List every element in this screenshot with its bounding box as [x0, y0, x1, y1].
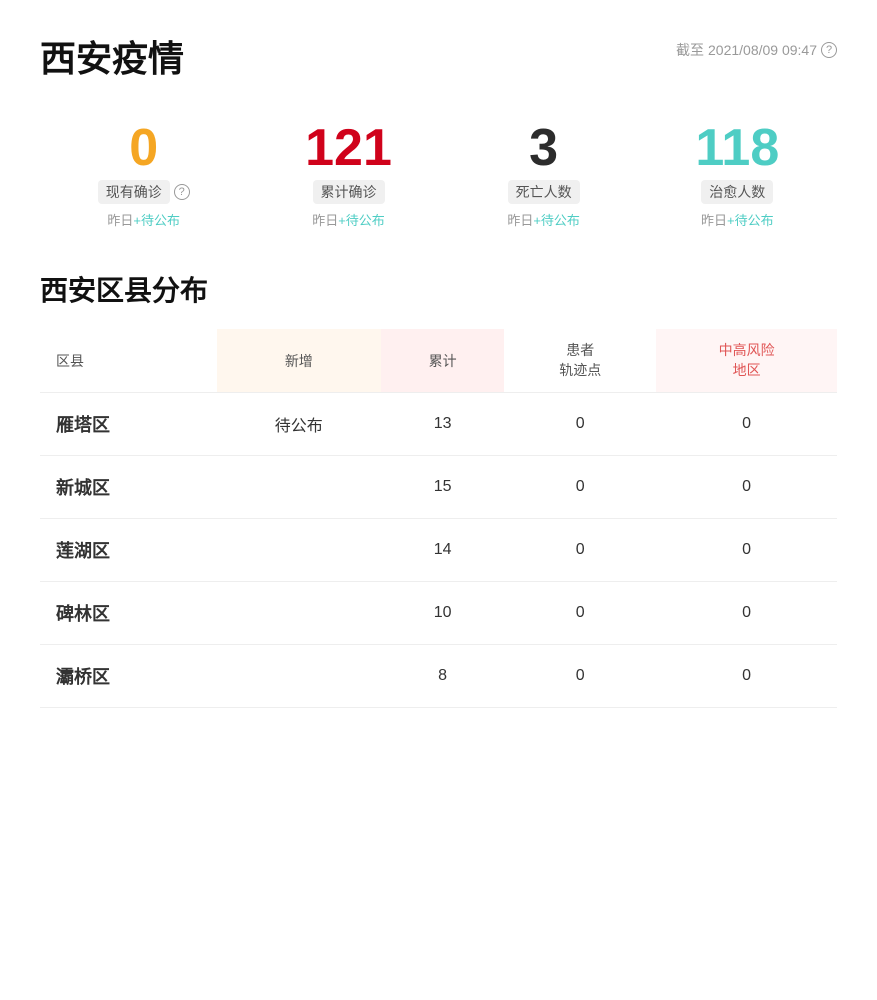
- timestamp-value: 2021/08/09 09:47: [708, 42, 817, 58]
- table-header-row: 区县 新增 累计 患者 轨迹点 中高风险 地区: [40, 329, 837, 393]
- stat-number-confirmed-current: 0: [129, 122, 158, 174]
- risk-areas-value: 0: [656, 456, 837, 519]
- table-row: 碑林区1000: [40, 582, 837, 645]
- th-new-cases: 新增: [217, 329, 381, 393]
- stat-label-row-3: 治愈人数: [701, 180, 773, 204]
- total-cases-value: 13: [381, 393, 504, 456]
- stat-label-confirmed-current: 现有确诊: [98, 180, 170, 204]
- new-cases-value: [217, 645, 381, 708]
- stats-row: 0 现有确诊 ? 昨日+待公布 121 累计确诊 昨日+待公布 3 死亡人数 昨…: [40, 112, 837, 239]
- timestamp-help-icon[interactable]: ?: [821, 42, 837, 58]
- patient-tracks-value: 0: [504, 582, 656, 645]
- total-cases-value: 10: [381, 582, 504, 645]
- table-row: 灞桥区800: [40, 645, 837, 708]
- stat-label-confirmed-total: 累计确诊: [313, 180, 385, 204]
- district-name: 莲湖区: [40, 519, 217, 582]
- stat-label-recovered: 治愈人数: [701, 180, 773, 204]
- table-row: 新城区1500: [40, 456, 837, 519]
- stat-number-deaths: 3: [529, 122, 558, 174]
- risk-areas-value: 0: [656, 393, 837, 456]
- district-name: 新城区: [40, 456, 217, 519]
- patient-tracks-value: 0: [504, 456, 656, 519]
- total-cases-value: 15: [381, 456, 504, 519]
- th-patient-tracks: 患者 轨迹点: [504, 329, 656, 393]
- stat-confirmed-total: 121 累计确诊 昨日+待公布: [305, 122, 392, 229]
- stat-recovered: 118 治愈人数 昨日+待公布: [695, 122, 779, 229]
- timestamp-area: 截至 2021/08/09 09:47 ?: [676, 40, 837, 60]
- th-district: 区县: [40, 329, 217, 393]
- stat-label-row-0: 现有确诊 ?: [98, 180, 190, 204]
- page-title: 西安疫情: [40, 30, 184, 82]
- district-name: 碑林区: [40, 582, 217, 645]
- timestamp-prefix: 截至: [676, 40, 704, 60]
- patient-tracks-value: 0: [504, 645, 656, 708]
- stat-confirmed-current: 0 现有确诊 ? 昨日+待公布: [98, 122, 190, 229]
- header: 西安疫情 截至 2021/08/09 09:47 ?: [40, 30, 837, 82]
- table-row: 莲湖区1400: [40, 519, 837, 582]
- stat-sub-2: 昨日+待公布: [507, 210, 580, 229]
- stat-deaths: 3 死亡人数 昨日+待公布: [507, 122, 580, 229]
- new-cases-value: [217, 582, 381, 645]
- stat-number-recovered: 118: [695, 122, 779, 174]
- patient-tracks-value: 0: [504, 519, 656, 582]
- risk-areas-value: 0: [656, 582, 837, 645]
- stat-label-deaths: 死亡人数: [508, 180, 580, 204]
- district-name: 雁塔区: [40, 393, 217, 456]
- total-cases-value: 8: [381, 645, 504, 708]
- district-name: 灞桥区: [40, 645, 217, 708]
- new-cases-value: 待公布: [217, 393, 381, 456]
- main-container: 西安疫情 截至 2021/08/09 09:47 ? 0 现有确诊 ? 昨日+待…: [0, 0, 877, 1000]
- stat-label-row-2: 死亡人数: [508, 180, 580, 204]
- stat-label-row-1: 累计确诊: [313, 180, 385, 204]
- risk-areas-value: 0: [656, 519, 837, 582]
- district-table: 区县 新增 累计 患者 轨迹点 中高风险 地区 雁塔区待公布1300新城区150…: [40, 329, 837, 708]
- risk-areas-value: 0: [656, 645, 837, 708]
- new-cases-value: [217, 519, 381, 582]
- stat-number-confirmed-total: 121: [305, 122, 392, 174]
- total-cases-value: 14: [381, 519, 504, 582]
- district-section-title: 西安区县分布: [40, 269, 837, 309]
- stat-sub-1: 昨日+待公布: [312, 210, 385, 229]
- th-total-cases: 累计: [381, 329, 504, 393]
- new-cases-value: [217, 456, 381, 519]
- stat-help-icon-0[interactable]: ?: [174, 184, 190, 200]
- table-row: 雁塔区待公布1300: [40, 393, 837, 456]
- stat-sub-0: 昨日+待公布: [107, 210, 180, 229]
- th-risk-areas: 中高风险 地区: [656, 329, 837, 393]
- patient-tracks-value: 0: [504, 393, 656, 456]
- stat-sub-3: 昨日+待公布: [701, 210, 774, 229]
